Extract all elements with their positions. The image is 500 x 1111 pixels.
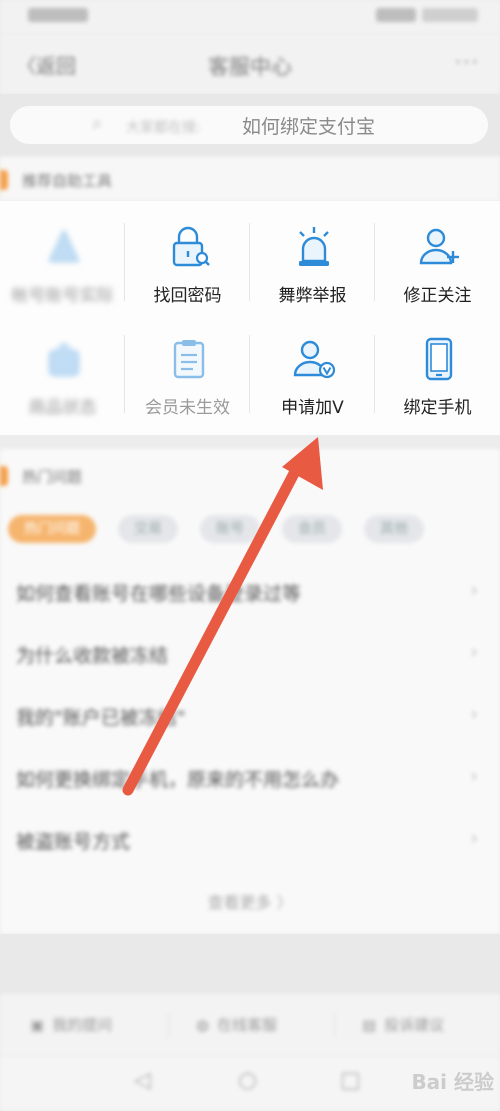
question-row[interactable]: 为什么收款被冻结 › [0,623,500,685]
home-nav-icon[interactable]: ○ [238,1068,257,1093]
my-questions-button[interactable]: ▣ 我的提问 [30,1014,112,1035]
question-icon: ▣ [30,1016,45,1034]
chevron-right-icon: › [470,827,478,849]
question-row[interactable]: 我的"账户已被冻结" › [0,685,500,747]
tool-label: 申请加V [281,398,344,418]
system-indicators [376,8,478,22]
question-text: 被盗账号方式 [16,831,131,853]
search-query: 如何绑定支付宝 [242,116,376,138]
section-accent [0,170,8,190]
doc-icon: ▤ [362,1016,377,1034]
tool-label: 找回密码 [153,286,222,306]
spacer [0,934,500,994]
nav-bar: 〈返回 客服中心 ··· [0,34,500,94]
hot-section-header: 热门问题 [0,453,500,497]
tool-fix-follow[interactable]: 修正关注 [375,201,500,313]
section-title: 推荐自助工具 [22,172,113,190]
tab-member[interactable]: 会员 [282,515,342,543]
section-title: 热门问题 [22,468,83,486]
bottom-label: 在线客服 [217,1016,278,1034]
tools-section-header: 推荐自助工具 [0,157,500,201]
question-tabs: 热门问题 交易 账号 会员 其他 [8,515,424,543]
section-accent [0,466,8,486]
tool-label: 舞弊举报 [278,286,347,306]
tool-recover-password[interactable]: 找回密码 [125,201,250,313]
search-bar: ⌕ 大家都在搜: 如何绑定支付宝 [0,94,500,156]
divider [0,435,500,449]
tool-fraud-report[interactable]: 舞弊举报 [250,201,375,313]
chat-icon: ◍ [196,1016,210,1034]
lock-search-icon [172,226,210,267]
search-input[interactable]: ⌕ 大家都在搜: 如何绑定支付宝 [10,106,488,144]
tool-bind-phone[interactable]: 绑定手机 [375,313,500,425]
recent-nav-icon[interactable]: □ [340,1068,361,1093]
signal-indicators [28,8,88,22]
tool-account[interactable]: 帐号账号实际 [0,201,125,313]
alarm-light-icon [299,227,329,266]
question-text: 我的"账户已被冻结" [16,707,186,729]
question-text: 如何更换绑定手机，原来的不用怎么办 [16,769,340,791]
tab-other[interactable]: 其他 [364,515,424,543]
status-bar [0,0,500,34]
tool-label: 帐号账号实际 [11,286,114,306]
chevron-right-icon: › [470,765,478,787]
question-text: 为什么收款被冻结 [16,645,169,667]
tool-label: 修正关注 [403,286,472,306]
question-row[interactable]: 被盗账号方式 › [0,809,500,871]
chevron-right-icon: › [470,579,478,601]
tool-label: 商品状态 [28,398,97,418]
view-more-link[interactable]: 查看更多 〉 [0,889,500,913]
more-button[interactable]: ··· [455,50,480,74]
watermark-logo: Bai 经验 [411,1070,494,1094]
tool-apply-verified[interactable]: 申请加V [250,313,375,425]
bottom-label: 投诉建议 [384,1016,445,1034]
tab-trade[interactable]: 交易 [118,515,178,543]
tool-goods-status[interactable]: 商品状态 [0,313,125,425]
tool-membership-inactive[interactable]: 会员未生效 [125,313,250,425]
tools-grid: 帐号账号实际 找回密码 舞弊举报 修正关注 商品状态 会员未生效 申请加V 绑定… [0,201,500,446]
phone-icon [425,337,453,381]
search-prefix: 大家都在搜: [126,120,201,136]
clipboard-icon [173,340,205,379]
tool-label: 会员未生效 [145,398,230,418]
question-row[interactable]: 如何更换绑定手机，原来的不用怎么办 › [0,747,500,809]
online-service-button[interactable]: ◍ 在线客服 [196,1014,277,1035]
feedback-button[interactable]: ▤ 投诉建议 [362,1014,444,1035]
back-nav-icon[interactable]: ◁ [134,1068,151,1093]
question-text: 如何查看账号在哪些设备登录过等 [16,583,302,605]
user-add-icon [419,228,459,265]
account-icon [48,228,80,262]
bag-icon [49,343,79,376]
bottom-action-bar: ▣ 我的提问 ◍ 在线客服 ▤ 投诉建议 [0,994,500,1056]
chevron-right-icon: › [470,703,478,725]
tab-hot[interactable]: 热门问题 [8,515,96,543]
chevron-right-icon: › [470,641,478,663]
bottom-label: 我的提问 [52,1016,113,1034]
question-row[interactable]: 如何查看账号在哪些设备登录过等 › [0,561,500,623]
user-verify-icon [293,340,336,379]
tab-account[interactable]: 账号 [200,515,260,543]
search-icon: ⌕ [92,113,103,134]
page-title: 客服中心 [208,55,292,79]
hot-questions-panel: 热门问题 热门问题 交易 账号 会员 其他 如何查看账号在哪些设备登录过等 › 为… [0,449,500,934]
tool-label: 绑定手机 [403,398,472,418]
